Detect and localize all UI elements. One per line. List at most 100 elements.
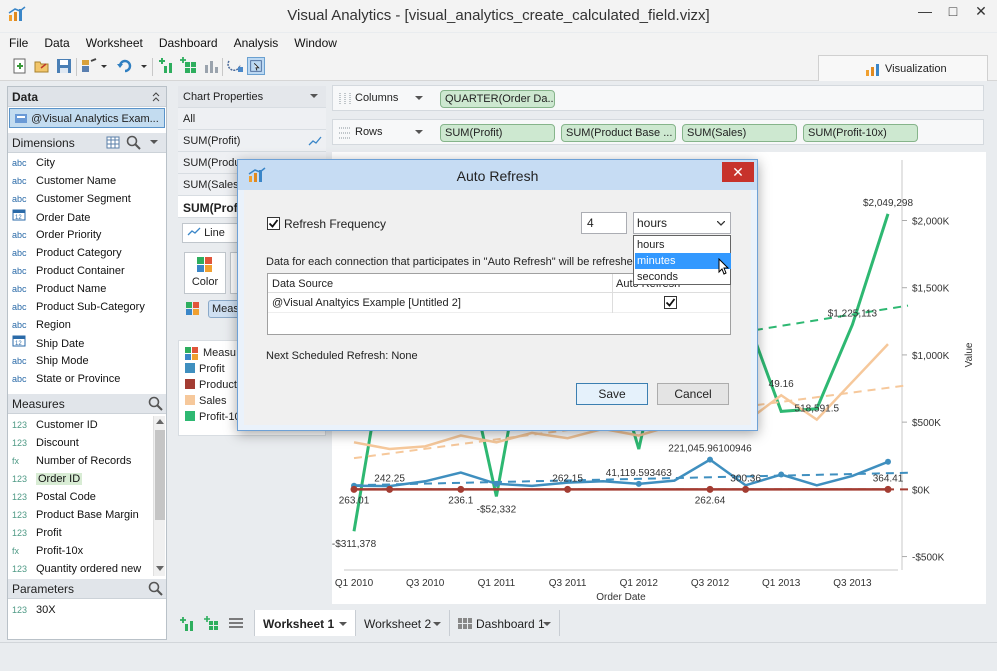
rows-pill-sales[interactable]: SUM(Sales) (682, 124, 797, 142)
rows-pill-product-base[interactable]: SUM(Product Base ... (561, 124, 676, 142)
tab-worksheet-1[interactable]: Worksheet 1 (254, 610, 356, 636)
option-hours[interactable]: hours (635, 237, 731, 253)
field-item[interactable]: abc City (8, 154, 154, 172)
search-icon[interactable] (148, 581, 164, 596)
open-icon[interactable] (33, 57, 51, 75)
sheet-list-icon[interactable] (228, 617, 244, 631)
lasso-icon[interactable] (226, 57, 244, 75)
chevron-down-icon[interactable] (339, 622, 347, 627)
collapse-icon[interactable] (152, 92, 160, 102)
dialog-close-button[interactable]: ✕ (722, 162, 754, 182)
text-type-icon: abc (12, 266, 27, 276)
field-item[interactable]: abc Customer Name (8, 172, 154, 190)
refresh-frequency-checkbox[interactable] (267, 217, 280, 230)
tab-dashboard-1[interactable]: Dashboard 1 (450, 610, 560, 636)
scroll-down-icon[interactable] (156, 566, 164, 571)
add-dashboard-icon[interactable] (204, 616, 220, 632)
chart-prop-sum-profit[interactable]: SUM(Profit) (178, 130, 326, 152)
x-tick-label: Q3 2011 (549, 578, 587, 589)
rows-pill-profit10x[interactable]: SUM(Profit-10x) (803, 124, 918, 142)
color-button[interactable]: Color (184, 252, 226, 294)
dashboard-icon (458, 618, 472, 629)
maximize-button[interactable]: □ (938, 0, 968, 24)
menu-worksheet[interactable]: Worksheet (77, 33, 150, 50)
new-icon[interactable] (11, 57, 29, 75)
field-item[interactable]: fx Number of Records (8, 452, 154, 470)
field-item[interactable]: abc Product Container (8, 262, 154, 280)
chevron-down-icon[interactable] (150, 140, 158, 145)
add-dashboard-icon[interactable] (180, 57, 198, 75)
unit-select[interactable]: hours (633, 212, 731, 234)
bar-chart-icon[interactable] (202, 57, 220, 75)
chevron-down-icon[interactable] (717, 221, 725, 226)
menu-window[interactable]: Window (285, 33, 344, 50)
auto-refresh-checkbox[interactable] (664, 296, 677, 309)
field-item[interactable]: abc Product Category (8, 244, 154, 262)
field-item[interactable]: abc Order Priority (8, 226, 154, 244)
add-sheet-icon[interactable] (180, 616, 196, 632)
field-name: City (36, 157, 55, 169)
scroll-up-icon[interactable] (156, 419, 164, 424)
cancel-button[interactable]: Cancel (657, 383, 729, 405)
chevron-down-icon[interactable] (415, 130, 423, 135)
mouse-cursor-icon (718, 258, 730, 275)
data-label: 300.36 (730, 473, 761, 484)
menu-dashboard[interactable]: Dashboard (150, 33, 225, 50)
add-sheet-icon[interactable] (158, 57, 176, 75)
tab-worksheet-2[interactable]: Worksheet 2 (356, 610, 450, 636)
refresh-icon[interactable] (116, 57, 134, 75)
chart-prop-all[interactable]: All (178, 108, 326, 130)
columns-pill[interactable]: QUARTER(Order Da... (440, 90, 555, 108)
field-item[interactable]: 12 Order Date (8, 208, 154, 226)
field-item[interactable]: 123 Quantity ordered new (8, 560, 154, 578)
close-window-button[interactable]: ✕ (966, 0, 996, 24)
menu-file[interactable]: File (0, 33, 35, 50)
option-minutes[interactable]: minutes (635, 253, 731, 269)
paint-icon[interactable] (80, 57, 98, 75)
y-tick-label: $2,000K (912, 216, 950, 227)
field-item[interactable]: 123 Profit (8, 524, 154, 542)
field-item[interactable]: 123 Order ID (8, 470, 154, 488)
search-icon[interactable] (148, 396, 164, 411)
parameter-item[interactable]: 123 30X (8, 601, 154, 619)
measures-scrollbar[interactable] (153, 416, 165, 576)
minimize-button[interactable]: — (910, 0, 940, 24)
mark-type-select[interactable]: Line (182, 223, 242, 243)
field-item[interactable]: 123 Postal Code (8, 488, 154, 506)
table-row[interactable]: @Visual Analtyics Example [Untitled 2] (268, 293, 730, 313)
table-view-icon[interactable] (106, 136, 120, 149)
save-button[interactable]: Save (576, 383, 648, 405)
field-item[interactable]: fx Profit-10x (8, 542, 154, 560)
chevron-down-icon[interactable] (543, 622, 551, 627)
dimensions-header: Dimensions (8, 133, 166, 153)
option-seconds[interactable]: seconds (635, 269, 731, 285)
field-item[interactable]: 123 Product Base Margin (8, 506, 154, 524)
field-item[interactable]: abc Customer Segment (8, 190, 154, 208)
data-point (386, 485, 394, 493)
menu-data[interactable]: Data (35, 33, 76, 50)
field-item[interactable]: 12 Ship Date (8, 334, 154, 352)
field-name: Order Date (36, 212, 91, 224)
field-item[interactable]: abc Product Sub-Category (8, 298, 154, 316)
field-item[interactable]: 123 Discount (8, 434, 154, 452)
menu-analysis[interactable]: Analysis (225, 33, 286, 50)
field-item[interactable]: abc Product Name (8, 280, 154, 298)
chart-properties-header[interactable]: Chart Properties (178, 86, 326, 108)
datasource-item[interactable]: @Visual Analytics Exam... (9, 108, 165, 128)
chevron-down-icon[interactable] (140, 57, 148, 75)
field-item[interactable]: abc Ship Mode (8, 352, 154, 370)
frequency-input[interactable]: 4 (581, 212, 627, 234)
field-item[interactable]: abc Region (8, 316, 154, 334)
field-item[interactable]: 123 Customer ID (8, 416, 154, 434)
chevron-down-icon[interactable] (100, 57, 108, 75)
search-icon[interactable] (126, 135, 142, 150)
pointer-icon[interactable] (247, 57, 265, 75)
field-item[interactable]: abc State or Province (8, 370, 154, 388)
chevron-down-icon[interactable] (433, 622, 441, 627)
number-type-icon: 123 (12, 420, 28, 430)
rows-pill-profit[interactable]: SUM(Profit) (440, 124, 555, 142)
tab-visualization[interactable]: Visualization (818, 55, 988, 81)
chevron-down-icon[interactable] (415, 96, 423, 101)
chevron-down-icon[interactable] (310, 94, 318, 99)
save-icon[interactable] (55, 57, 73, 75)
